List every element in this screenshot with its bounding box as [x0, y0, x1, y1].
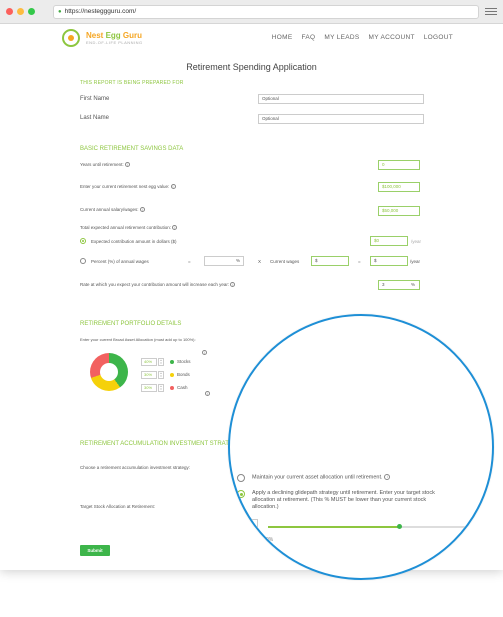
- logo-mark-icon: [62, 29, 80, 47]
- close-window-dot[interactable]: [6, 8, 13, 15]
- slider-fill: [268, 526, 400, 528]
- contribution-dollars-label: Expected contribution amount in dollars …: [91, 239, 177, 244]
- slider-knob[interactable]: [396, 524, 402, 529]
- first-name-label: First Name: [80, 96, 110, 102]
- contribution-dollars-radio[interactable]: [80, 238, 86, 244]
- stocks-pct-input[interactable]: 40%: [141, 358, 157, 366]
- target-allocation-input[interactable]: [234, 519, 258, 535]
- info-icon[interactable]: i: [170, 184, 176, 190]
- contribution-result-unit: /year: [410, 259, 421, 264]
- info-icon[interactable]: i: [384, 474, 391, 480]
- info-icon[interactable]: i: [172, 225, 178, 231]
- stocks-spinner[interactable]: ▴ ▾: [158, 358, 164, 366]
- maintain-allocation-label: Maintain your current asset allocation u…: [252, 474, 391, 481]
- increase-rate-label: Rate at which you expect your contributi…: [80, 282, 236, 288]
- years-label: Years until retirement: i: [80, 162, 130, 168]
- slider-min-label: 0%: [266, 537, 274, 543]
- salary-input[interactable]: $50,000: [378, 206, 420, 216]
- contribution-dollars-input[interactable]: $0: [370, 236, 408, 246]
- bonds-spinner[interactable]: ▴ ▾: [158, 371, 164, 379]
- cash-dot-icon: [170, 385, 174, 390]
- stocks-dot-icon: [170, 359, 174, 364]
- stocks-legend: Stocks: [170, 359, 191, 364]
- logo[interactable]: Nest Egg Guru END-OF-LIFE PLANNING: [62, 29, 143, 47]
- current-wages-input[interactable]: $: [311, 256, 349, 266]
- prepared-for-heading: THIS REPORT IS BEING PREPARED FOR: [80, 80, 184, 86]
- nav-home[interactable]: HOME: [272, 34, 293, 41]
- contribution-percent-radio[interactable]: [80, 258, 86, 264]
- glidepath-label: Apply a declining glidepath strategy unt…: [252, 490, 435, 510]
- target-allocation-label: Target Stock Allocation at Retirement:: [80, 504, 156, 509]
- magnifier-lens: Maintain your current asset allocation u…: [228, 314, 494, 580]
- address-bar[interactable]: ● https://nesteggguru.com/: [53, 4, 479, 19]
- info-icon[interactable]: i: [202, 350, 207, 356]
- years-input[interactable]: 0: [378, 160, 420, 170]
- nav-my-account[interactable]: MY ACCOUNT: [369, 34, 415, 41]
- nest-egg-input[interactable]: $100,000: [378, 182, 420, 192]
- logo-name-2: Egg: [105, 31, 121, 40]
- minimize-window-dot[interactable]: [17, 8, 24, 15]
- browser-chrome: ● https://nesteggguru.com/: [0, 0, 503, 24]
- total-contribution-label: Total expected annual retirement contrib…: [80, 225, 178, 231]
- portfolio-heading: RETIREMENT PORTFOLIO DETAILS: [80, 321, 182, 327]
- main-nav: HOME FAQ MY LEADS MY ACCOUNT LOGOUT: [272, 34, 453, 41]
- increase-rate-unit: %: [410, 282, 415, 287]
- contribution-dollars-unit: /year: [411, 239, 422, 244]
- maximize-window-dot[interactable]: [28, 8, 35, 15]
- increase-rate-value: 3: [382, 282, 385, 287]
- logo-name-1: Nest: [86, 31, 106, 40]
- current-wages-label: Current wages: [270, 259, 300, 264]
- nav-logout[interactable]: LOGOUT: [424, 34, 453, 41]
- times-sign: X: [258, 259, 262, 264]
- cash-spinner[interactable]: ▴ ▾: [158, 384, 164, 392]
- salary-label: Current annual salary/wages: i: [80, 207, 145, 213]
- nav-my-leads[interactable]: MY LEADS: [324, 34, 359, 41]
- info-icon[interactable]: i: [124, 162, 130, 168]
- last-name-input[interactable]: Optional: [258, 114, 424, 124]
- broad-allocation-donut: [90, 353, 128, 391]
- bonds-dot-icon: [170, 372, 174, 377]
- broad-allocation-label: Enter your current Broad Asset Allocatio…: [80, 337, 196, 342]
- info-icon[interactable]: i: [205, 391, 210, 397]
- first-name-input[interactable]: Optional: [258, 94, 424, 104]
- site-header: Nest Egg Guru END-OF-LIFE PLANNING HOME …: [0, 24, 503, 54]
- strategy-heading: RETIREMENT ACCUMULATION INVESTMENT STRAT…: [80, 441, 242, 447]
- basic-heading: BASIC RETIREMENT SAVINGS DATA: [80, 146, 184, 152]
- nav-faq[interactable]: FAQ: [301, 34, 315, 41]
- nest-egg-label: Enter your current retirement nest egg v…: [80, 184, 176, 190]
- equals-sign-1: =: [188, 259, 191, 264]
- slider-max-label: 100%: [458, 537, 471, 543]
- cash-legend: Cash: [170, 385, 188, 390]
- logo-tagline: END-OF-LIFE PLANNING: [86, 40, 143, 45]
- page-title: Retirement Spending Application: [186, 62, 317, 72]
- percent-wages-input[interactable]: %: [204, 256, 244, 266]
- url-text: https://nesteggguru.com/: [64, 7, 137, 15]
- info-icon[interactable]: i: [230, 282, 236, 288]
- strategy-choose-label: Choose a retirement accumulation investm…: [80, 465, 191, 470]
- submit-button[interactable]: Submit: [80, 545, 110, 556]
- equals-sign-2: =: [358, 259, 361, 264]
- lock-icon: ●: [58, 8, 62, 15]
- contribution-result-input[interactable]: $: [370, 256, 408, 266]
- glidepath-radio[interactable]: [237, 490, 245, 498]
- cash-pct-input[interactable]: 30%: [141, 384, 157, 392]
- increase-rate-input[interactable]: 3%: [378, 280, 420, 290]
- maintain-allocation-radio[interactable]: [237, 474, 245, 482]
- bonds-pct-input[interactable]: 30%: [141, 371, 157, 379]
- contribution-percent-label: Percent (%) of annual wages: [91, 259, 149, 264]
- hamburger-menu-icon[interactable]: [485, 8, 497, 15]
- bonds-legend: Bonds: [170, 372, 190, 377]
- last-name-label: Last Name: [80, 115, 110, 121]
- info-icon[interactable]: i: [139, 207, 145, 213]
- logo-name-3: Guru: [120, 31, 143, 40]
